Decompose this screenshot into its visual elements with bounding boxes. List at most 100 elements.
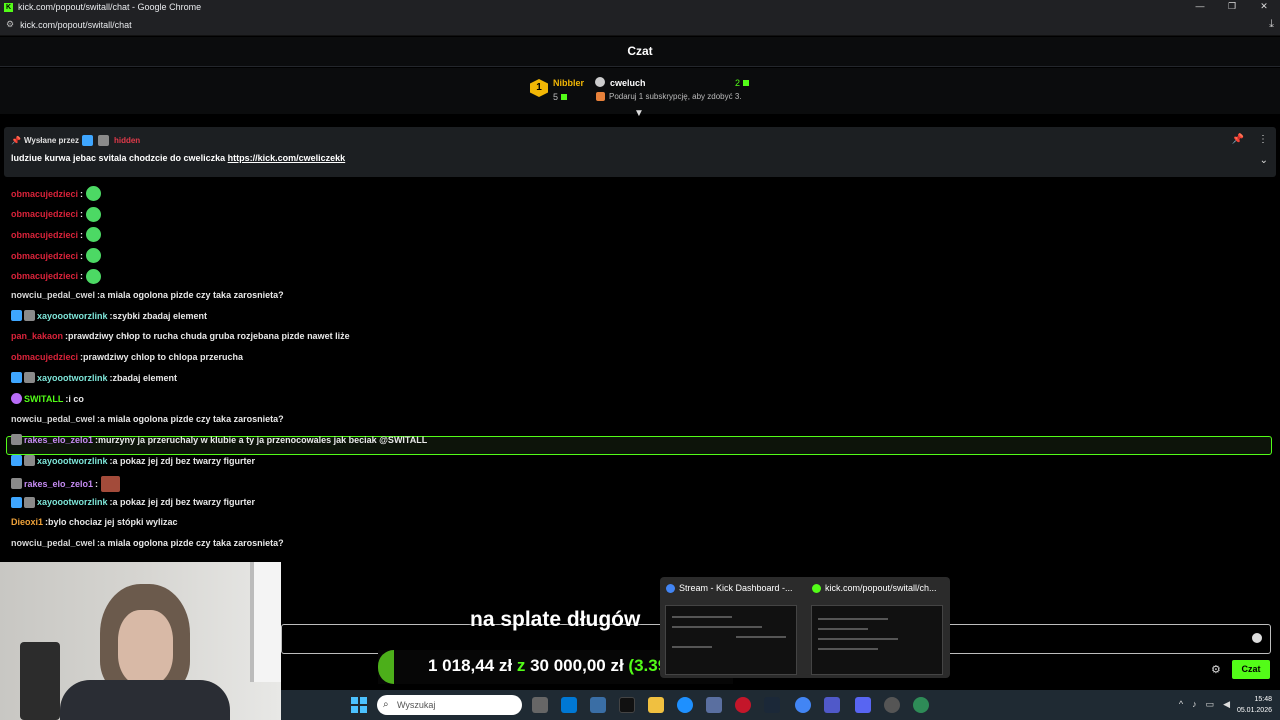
chat-message: SWITALL: i co (11, 393, 84, 404)
badge-icon (11, 455, 22, 467)
chat-username[interactable]: xayoootworzlink (37, 497, 108, 507)
display-icon[interactable]: ▭ (1206, 699, 1215, 710)
collapse-arrow-icon[interactable]: ▼ (634, 108, 644, 119)
chat-username[interactable]: nowciu_pedal_cwel (11, 290, 95, 300)
chat-username[interactable]: nowciu_pedal_cwel (11, 538, 95, 548)
address-bar[interactable]: ⚙ kick.com/popout/switall/chat ⤓ (0, 14, 1280, 36)
store-icon[interactable] (590, 697, 606, 713)
outlook-icon[interactable] (561, 697, 577, 713)
send-chat-button[interactable]: Czat (1232, 660, 1270, 679)
unpin-icon[interactable]: 📌 (1232, 134, 1244, 145)
discord-icon[interactable] (855, 697, 871, 713)
chat-header: Czat (0, 37, 1280, 67)
chat-username[interactable]: nowciu_pedal_cwel (11, 414, 95, 424)
pinned-controls: 📌 ⋮ (1232, 134, 1268, 145)
emote-icon (86, 248, 102, 264)
chat-username[interactable]: obmacujedzieci (11, 251, 78, 261)
broadcaster-mic-icon (11, 393, 22, 404)
chat-username[interactable]: rakes_elo_zelo1 (24, 435, 93, 445)
expand-chevron-icon[interactable]: ⌄ (1260, 155, 1268, 166)
badge-icon (11, 478, 22, 490)
chat-message-text: murzyny ja przeruchaly w klubie a ty ja … (98, 434, 428, 445)
badge-icon (11, 372, 22, 384)
pinned-label: Wysłane przez (23, 136, 79, 145)
leaderboard-second-name[interactable]: cweluch (610, 78, 646, 88)
chat-username[interactable]: SWITALL (24, 394, 63, 404)
leaderboard-first-name[interactable]: Nibbler (553, 78, 584, 88)
goal-target: 30 000,00 zł (530, 656, 624, 675)
opera-icon[interactable] (735, 697, 751, 713)
chevron-up-icon[interactable]: ^ (1179, 699, 1183, 710)
chat-message: obmacujedzieci: prawdziwy chlop to chlop… (11, 351, 244, 362)
chat-message: obmacujedzieci: (11, 268, 102, 284)
microphone-icon[interactable]: ♪ (1192, 699, 1197, 710)
chat-username[interactable]: obmacujedzieci (11, 230, 78, 240)
chat-message: nowciu_pedal_cwel: a miala ogolona pizde… (11, 537, 284, 548)
chat-username[interactable]: obmacujedzieci (11, 189, 78, 199)
chat-username[interactable]: obmacujedzieci (11, 271, 78, 281)
chat-username[interactable]: xayoootworzlink (37, 373, 108, 383)
preview-thumbnail (665, 605, 797, 675)
file-explorer-icon[interactable] (648, 697, 664, 713)
pinned-link[interactable]: https://kick.com/cweliczekk (228, 153, 346, 163)
chat-message-text: prawdziwy chlop to chlopa przerucha (83, 351, 244, 362)
chat-username[interactable]: obmacujedzieci (11, 352, 78, 362)
chat-username[interactable]: xayoootworzlink (37, 456, 108, 466)
windows-taskbar: ⌕ Wyszukaj ^ ♪ ▭ ◀ 15:48 05.01.2026 (281, 690, 1280, 720)
gift-prompt[interactable]: Podaruj 1 subskrypcję, aby zdobyć 3. (609, 92, 742, 101)
chrome-icon (666, 583, 675, 593)
chat-message: Dieoxi1: bylo chociaz jej stópki wylizac (11, 517, 178, 528)
chrome-icon[interactable] (795, 697, 811, 713)
chat-settings-icon[interactable]: ⚙ (1211, 663, 1221, 676)
url-text[interactable]: kick.com/popout/switall/chat (20, 20, 132, 30)
maximize-button[interactable]: ❐ (1216, 0, 1248, 12)
gift-gem-icon (561, 94, 568, 100)
kick-icon (812, 583, 821, 593)
chat-username[interactable]: Dieoxi1 (11, 517, 43, 527)
gift-icon (596, 92, 605, 101)
download-icon[interactable]: ⤓ (1269, 18, 1274, 31)
chat-message-text: a miala ogolona pizde czy taka zarosniet… (100, 537, 284, 548)
minimize-button[interactable]: — (1184, 0, 1216, 12)
chat-message: nowciu_pedal_cwel: a miala ogolona pizde… (11, 289, 284, 300)
teams-icon[interactable] (824, 697, 840, 713)
pinned-text: ludziue kurwa jebac svitala chodzcie do … (11, 153, 346, 163)
app-icon[interactable] (706, 697, 722, 713)
badge-icon (24, 496, 35, 508)
windows-start-icon[interactable] (351, 697, 367, 713)
window-controls: — ❐ ✕ (1184, 0, 1280, 12)
badge-icon (24, 372, 35, 384)
chat-message: pan_kakaon: prawdziwy chłop to rucha chu… (11, 330, 350, 341)
chat-message-text: a miala ogolona pizde czy taka zarosniet… (100, 413, 284, 424)
chat-username[interactable]: obmacujedzieci (11, 209, 78, 219)
preview-card-dashboard[interactable]: Stream - Kick Dashboard -... (660, 577, 802, 678)
leaderboard-second-count: 2 (735, 78, 750, 88)
browser-titlebar: K kick.com/popout/switall/chat - Google … (0, 0, 1280, 14)
badge-icon (24, 455, 35, 467)
emote-icon (86, 206, 102, 222)
taskbar-search[interactable]: ⌕ Wyszukaj (377, 695, 522, 715)
chat-username[interactable]: xayoootworzlink (37, 311, 108, 321)
emoji-icon[interactable] (1252, 633, 1262, 643)
more-options-icon[interactable]: ⋮ (1258, 134, 1268, 145)
site-info-icon[interactable]: ⚙ (6, 19, 14, 30)
chat-message: xayoootworzlink: a pokaz jej zdj bez twa… (11, 496, 255, 508)
search-icon: ⌕ (383, 699, 389, 710)
badge-icon (11, 310, 22, 322)
network-app-icon[interactable] (913, 697, 929, 713)
leaderboard-first-count: 5 (553, 92, 568, 102)
close-button[interactable]: ✕ (1248, 0, 1280, 12)
chat-username[interactable]: pan_kakaon (11, 331, 63, 341)
user-badge-icon (595, 77, 605, 87)
tiktok-icon[interactable] (619, 697, 635, 713)
task-view-icon[interactable] (532, 697, 548, 713)
steam-icon[interactable] (764, 697, 780, 713)
pinned-author[interactable]: hidden (114, 136, 140, 145)
edge-icon[interactable] (677, 697, 693, 713)
preview-card-chat[interactable]: kick.com/popout/switall/ch... (806, 577, 948, 678)
taskbar-preview: Stream - Kick Dashboard -... kick.com/po… (660, 577, 950, 678)
volume-icon[interactable]: ◀ (1223, 699, 1230, 710)
clock[interactable]: 15:48 05.01.2026 (1237, 694, 1272, 716)
chat-username[interactable]: rakes_elo_zelo1 (24, 479, 93, 489)
obs-icon[interactable] (884, 697, 900, 713)
